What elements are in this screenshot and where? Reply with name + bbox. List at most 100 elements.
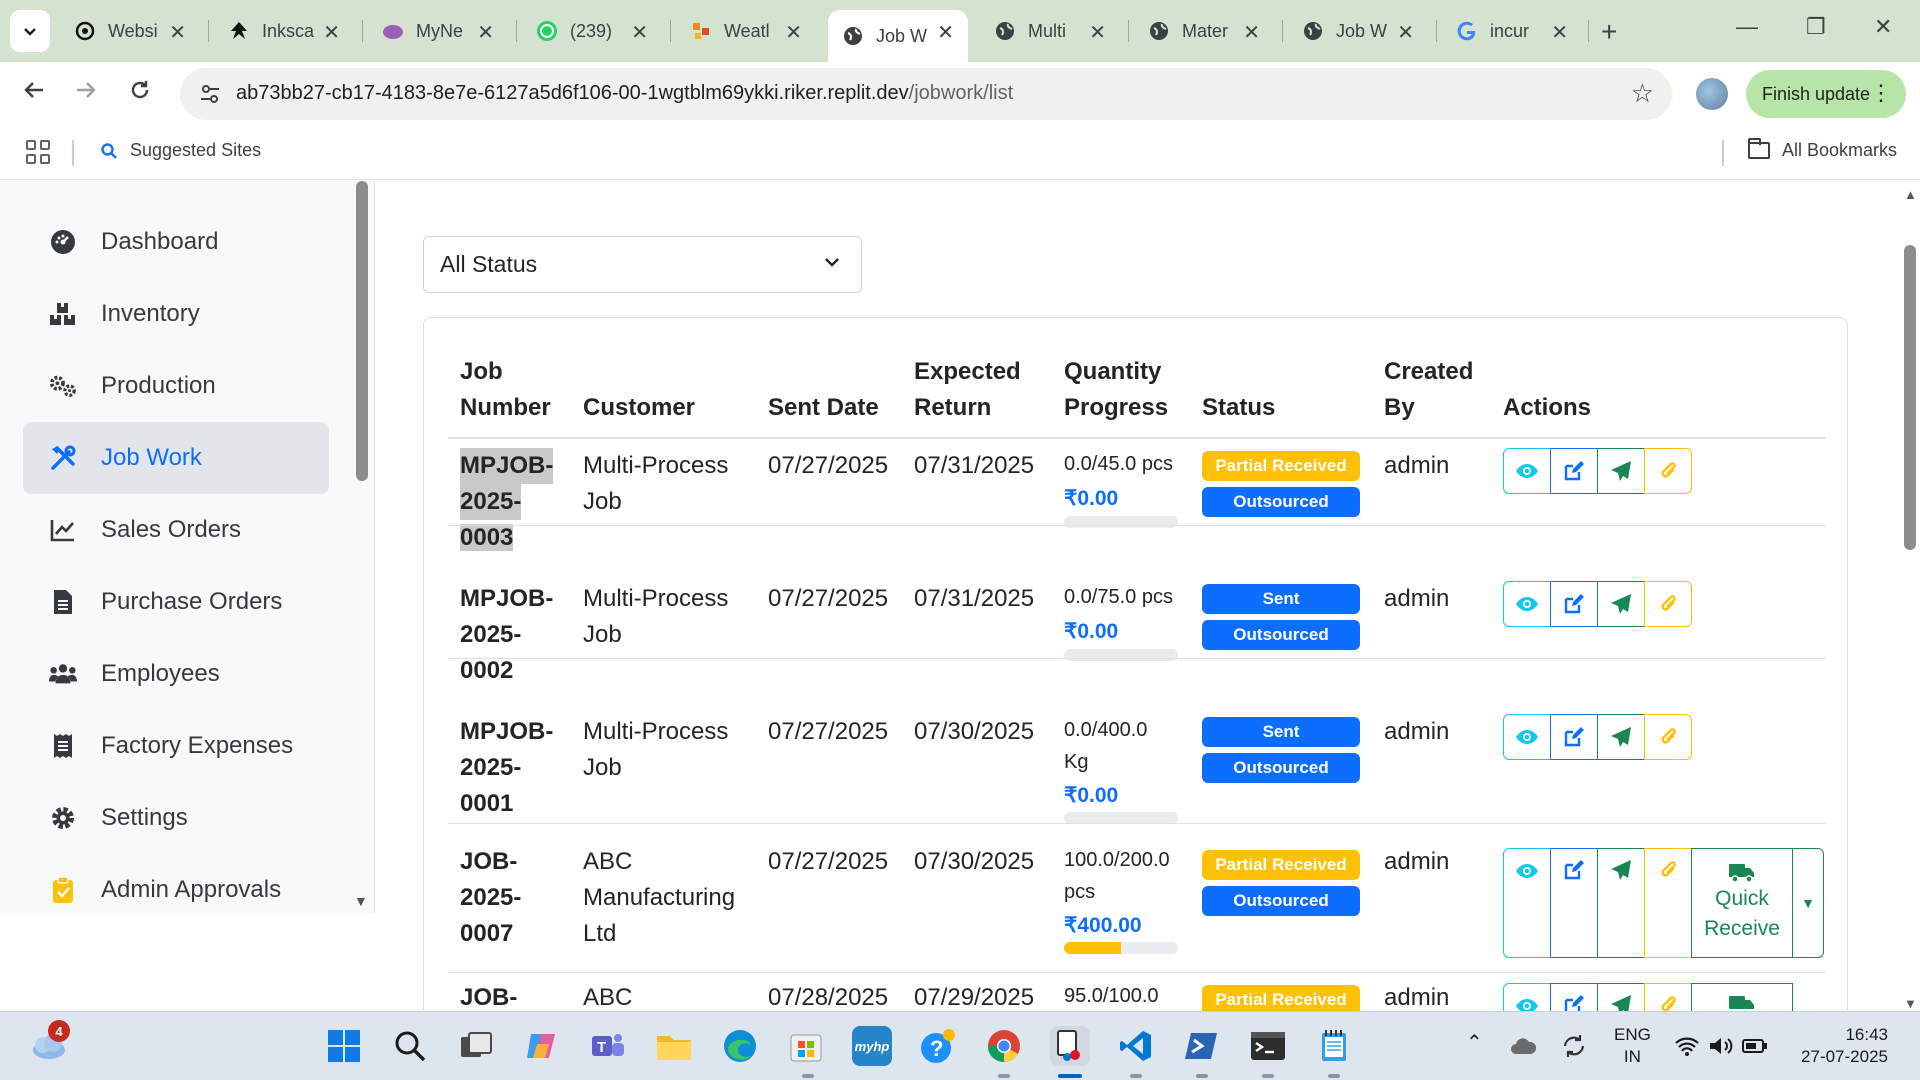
bookmark-star-icon[interactable]: ☆	[1631, 78, 1654, 109]
minimize-icon[interactable]: —	[1736, 14, 1758, 40]
sidebar-scroll-thumb[interactable]	[356, 181, 368, 481]
browser-tab[interactable]: Job W ✕	[1288, 10, 1428, 52]
status-filter-select[interactable]: All Status	[423, 236, 862, 293]
finish-update-button[interactable]: Finish update ⋮	[1746, 70, 1906, 118]
terminal-icon[interactable]	[1248, 1026, 1288, 1066]
browser-tab-active[interactable]: Job W ✕	[828, 10, 968, 62]
sidebar-item-inventory[interactable]: Inventory	[23, 278, 329, 350]
browser-tab[interactable]: MyNe ✕	[368, 10, 508, 52]
view-button[interactable]	[1503, 448, 1551, 494]
header-job-number[interactable]: Job Number	[460, 354, 551, 426]
tab-search-button[interactable]	[10, 10, 50, 52]
view-button[interactable]	[1503, 848, 1551, 958]
reload-icon[interactable]	[128, 78, 152, 109]
quick-receive-button[interactable]	[1691, 983, 1793, 1011]
sidebar-scrollbar[interactable]: ▼	[354, 181, 368, 913]
header-created-by[interactable]: Created By	[1384, 354, 1473, 426]
close-icon[interactable]: ✕	[477, 20, 494, 45]
page-scrollbar[interactable]: ▲ ▼	[1900, 181, 1920, 1011]
send-button[interactable]	[1597, 448, 1645, 494]
site-settings-icon[interactable]	[198, 82, 222, 106]
task-view-icon[interactable]	[456, 1026, 496, 1066]
forward-arrow-icon[interactable]	[74, 78, 98, 109]
close-icon[interactable]: ✕	[1397, 20, 1414, 45]
apps-grid-icon[interactable]	[26, 140, 50, 164]
browser-tab[interactable]: (239) ✕	[522, 10, 662, 52]
sidebar-item-settings[interactable]: Settings	[23, 782, 329, 854]
browser-tab[interactable]: Inksca ✕	[214, 10, 354, 52]
send-button[interactable]	[1597, 848, 1645, 958]
close-icon[interactable]: ✕	[937, 20, 954, 45]
copilot-icon[interactable]	[522, 1026, 562, 1066]
attach-button[interactable]	[1644, 983, 1692, 1011]
attach-button[interactable]	[1644, 581, 1692, 627]
sidebar-item-dashboard[interactable]: Dashboard	[23, 206, 329, 278]
onedrive-icon[interactable]	[1508, 1026, 1540, 1066]
help-icon[interactable]: ?	[918, 1026, 958, 1066]
send-button[interactable]	[1597, 983, 1645, 1011]
attach-button[interactable]	[1644, 714, 1692, 760]
notepad-icon[interactable]	[1314, 1026, 1354, 1066]
job-number-cell[interactable]: MPJOB- 2025- 0003	[460, 448, 554, 556]
wifi-icon[interactable]	[1672, 1026, 1702, 1066]
close-icon[interactable]: ✕	[1089, 20, 1106, 45]
header-sent-date[interactable]: Sent Date	[768, 390, 879, 426]
file-explorer-icon[interactable]	[654, 1026, 694, 1066]
suggested-sites-link[interactable]: Suggested Sites	[100, 140, 261, 161]
sidebar-item-admin-approvals[interactable]: Admin Approvals	[23, 854, 329, 913]
snipping-tool-icon[interactable]	[1050, 1026, 1090, 1066]
job-number-cell[interactable]: JOB- 2025- 0007	[460, 844, 521, 952]
sidebar-item-factory-expenses[interactable]: Factory Expenses	[23, 710, 329, 782]
scroll-up-arrow-icon[interactable]: ▲	[1904, 187, 1917, 202]
battery-icon[interactable]	[1740, 1026, 1770, 1066]
header-quantity-progress[interactable]: Quantity Progress	[1064, 354, 1168, 426]
sidebar-item-production[interactable]: Production	[23, 350, 329, 422]
sidebar-item-employees[interactable]: Employees	[23, 638, 329, 710]
header-status[interactable]: Status	[1202, 390, 1275, 426]
browser-tab[interactable]: Websi ✕	[60, 10, 200, 52]
address-bar[interactable]: ab73bb27-cb17-4183-8e7e-6127a5d6f106-00-…	[180, 68, 1672, 120]
attach-button[interactable]	[1644, 848, 1692, 958]
send-button[interactable]	[1597, 581, 1645, 627]
chrome-icon[interactable]	[984, 1026, 1024, 1066]
language-indicator[interactable]: ENG IN	[1614, 1024, 1651, 1068]
scroll-down-arrow-icon[interactable]: ▼	[1904, 996, 1917, 1011]
edge-icon[interactable]	[720, 1026, 760, 1066]
browser-tab[interactable]: Multi ✕	[980, 10, 1120, 52]
windows-start-icon[interactable]	[324, 1026, 364, 1066]
search-icon[interactable]	[390, 1026, 430, 1066]
microsoft-store-icon[interactable]	[786, 1026, 826, 1066]
edit-button[interactable]	[1550, 983, 1598, 1011]
edit-button[interactable]	[1550, 714, 1598, 760]
close-icon[interactable]: ✕	[1551, 20, 1568, 45]
more-actions-dropdown[interactable]: ▼	[1792, 848, 1824, 958]
job-number-cell[interactable]: MPJOB- 2025- 0002	[460, 581, 553, 689]
show-hidden-icons-chevron-icon[interactable]: ⌃	[1466, 1032, 1483, 1054]
sidebar-item-job-work[interactable]: Job Work	[23, 422, 329, 494]
close-icon[interactable]: ✕	[631, 20, 648, 45]
header-expected-return[interactable]: Expected Return	[914, 354, 1021, 426]
sync-icon[interactable]	[1558, 1026, 1590, 1066]
close-icon[interactable]: ✕	[1243, 20, 1260, 45]
profile-avatar[interactable]	[1696, 78, 1728, 110]
all-bookmarks-link[interactable]: All Bookmarks	[1748, 138, 1897, 161]
edit-button[interactable]	[1550, 448, 1598, 494]
myhp-icon[interactable]: myhp	[852, 1026, 892, 1066]
view-button[interactable]	[1503, 581, 1551, 627]
new-tab-plus-icon[interactable]: +	[1601, 16, 1617, 48]
view-button[interactable]	[1503, 983, 1551, 1011]
teams-icon[interactable]: T	[588, 1026, 628, 1066]
job-number-cell[interactable]: JOB-	[460, 980, 517, 1011]
powershell-icon[interactable]	[1182, 1026, 1222, 1066]
attach-button[interactable]	[1644, 448, 1692, 494]
vscode-icon[interactable]	[1116, 1026, 1156, 1066]
sidebar-item-purchase-orders[interactable]: Purchase Orders	[23, 566, 329, 638]
more-vert-icon[interactable]: ⋮	[1870, 80, 1892, 106]
sidebar-item-sales-orders[interactable]: Sales Orders	[23, 494, 329, 566]
browser-tab[interactable]: Mater ✕	[1134, 10, 1274, 52]
view-button[interactable]	[1503, 714, 1551, 760]
window-close-icon[interactable]: ✕	[1874, 14, 1892, 40]
close-icon[interactable]: ✕	[785, 20, 802, 45]
scroll-down-arrow-icon[interactable]: ▼	[354, 893, 368, 909]
browser-tab[interactable]: incur ✕	[1442, 10, 1582, 52]
